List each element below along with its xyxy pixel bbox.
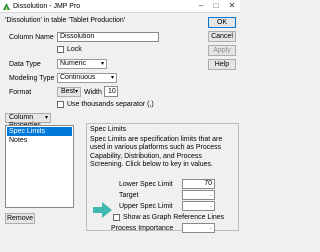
chevron-down-icon: ▾ (100, 61, 104, 67)
modeling-type-label: Modeling Type (9, 75, 55, 82)
teal-arrow-icon (93, 202, 112, 218)
dialog-caption: 'Dissolution' in table 'Tablet Productio… (5, 17, 126, 24)
width-input[interactable]: 10 (104, 86, 118, 97)
cancel-button[interactable]: Cancel (208, 31, 236, 42)
show-reference-lines-label: Show as Graph Reference Lines (123, 214, 225, 221)
remove-button[interactable]: Remove (5, 213, 35, 224)
title-bar: Dissolution - JMP Pro – □ ✕ (0, 0, 240, 13)
lock-checkbox[interactable] (57, 46, 64, 53)
format-label: Format (9, 89, 32, 96)
ok-button[interactable]: OK (208, 17, 236, 28)
modeling-type-value: Continuous (60, 74, 96, 81)
list-item-notes[interactable]: Notes (7, 136, 72, 145)
help-button[interactable]: Help (208, 59, 236, 70)
close-icon[interactable]: ✕ (225, 1, 239, 11)
chevron-down-icon: ▾ (110, 75, 114, 81)
column-name-label: Column Name (9, 34, 54, 41)
target-input[interactable]: . (182, 190, 215, 200)
data-type-value: Numeric (60, 60, 87, 67)
apply-button[interactable]: Apply (208, 45, 236, 56)
process-importance-input[interactable]: . (182, 223, 215, 233)
upper-spec-limit-input[interactable]: . (182, 201, 215, 211)
width-label: Width (84, 89, 102, 96)
list-item-spec-limits[interactable]: Spec Limits (7, 127, 72, 136)
lock-label: Lock (67, 46, 82, 53)
process-importance-label: Process Importance (111, 225, 174, 232)
format-select[interactable]: Best ▾ (57, 87, 81, 97)
column-properties-button[interactable]: Column Properties ▾ (5, 113, 51, 129)
upper-spec-limit-label: Upper Spec Limit (119, 203, 173, 210)
jmp-icon (3, 3, 10, 10)
thousands-separator-label: Use thousands separator (,) (67, 101, 154, 108)
spec-limits-description: Spec Limits are specification limits tha… (90, 136, 223, 169)
data-type-select[interactable]: Numeric ▾ (57, 59, 107, 69)
show-reference-lines-checkbox[interactable] (113, 214, 120, 221)
lower-spec-limit-input[interactable]: 70 (182, 179, 215, 189)
properties-list[interactable]: Spec Limits Notes (5, 125, 74, 208)
window-title: Dissolution - JMP Pro (13, 3, 81, 10)
format-value: Best (61, 88, 76, 95)
target-label: Target (119, 192, 139, 199)
lower-spec-limit-label: Lower Spec Limit (119, 181, 173, 188)
maximize-icon[interactable]: □ (209, 1, 223, 11)
thousands-separator-checkbox[interactable] (57, 101, 64, 108)
minimize-icon[interactable]: – (194, 1, 208, 11)
data-type-label: Data Type (9, 61, 41, 68)
chevron-down-icon: ▾ (74, 89, 78, 95)
column-name-input[interactable]: Dissolution (57, 32, 159, 42)
modeling-type-select[interactable]: Continuous ▾ (57, 73, 117, 83)
spec-limits-title: Spec Limits (90, 126, 127, 133)
chevron-down-icon: ▾ (44, 115, 48, 121)
